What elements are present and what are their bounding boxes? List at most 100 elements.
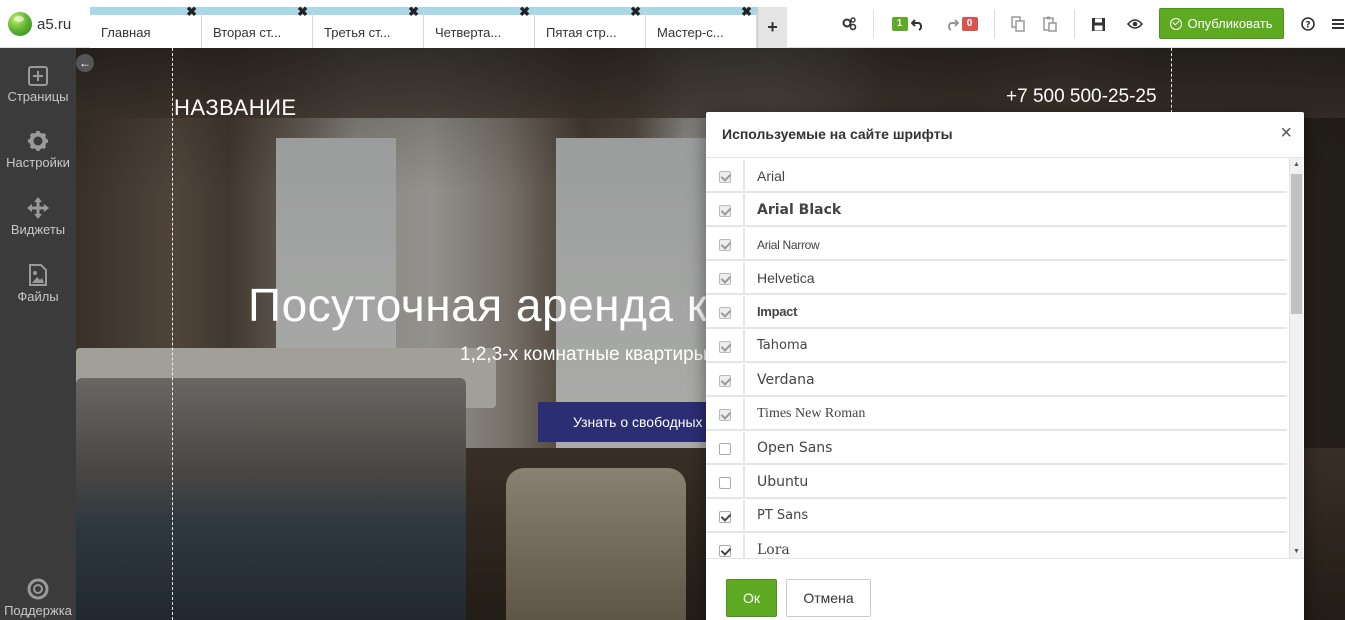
tab-page-3[interactable]: ✖ Третья ст... [313,5,424,48]
font-checkbox[interactable] [718,442,731,455]
close-icon[interactable]: × [1280,123,1292,143]
image-icon [27,264,49,286]
font-checkbox[interactable] [718,340,731,353]
logo[interactable]: a5.ru [8,10,71,38]
scroll-up-icon[interactable]: ▲ [1293,161,1300,168]
sidebar-item-label: Виджеты [10,222,66,237]
font-checkbox-cell [706,296,745,329]
sidebar-item-label: Настройки [6,155,70,170]
top-toolbar: a5.ru ✖ Главная ✖ Вторая ст... ✖ Третья … [0,0,1345,48]
undo-count-badge: 1 [891,17,908,31]
toolbar-divider [873,10,874,38]
tab-page-6[interactable]: ✖ Мастер-с... [646,5,757,48]
font-name: Ubuntu [757,474,809,490]
modal-header: Используемые на сайте шрифты × [706,112,1304,158]
sidebar-item-settings[interactable]: Настройки [0,130,76,170]
sidebar-item-support[interactable]: Поддержка [0,578,76,618]
gears-icon [842,17,857,31]
font-checkbox[interactable] [718,272,731,285]
collapse-sidebar-arrow-icon[interactable]: ← [76,54,94,72]
font-name: Times New Roman [757,406,866,421]
font-checkbox[interactable] [718,204,731,217]
font-checkbox[interactable] [718,306,731,319]
paste-icon [1043,16,1057,32]
close-tab-icon[interactable]: ✖ [408,5,419,19]
fonts-list-scrollbar[interactable]: ▲ ▼ [1289,158,1303,558]
tab-page-4[interactable]: ✖ Четверта... [424,5,535,48]
undo-icon [910,19,922,31]
font-row-arial-black: Arial Black [706,194,1287,227]
tab-page-2[interactable]: ✖ Вторая ст... [202,5,313,48]
close-tab-icon[interactable]: ✖ [630,5,641,19]
pages-icon [28,66,48,86]
close-tab-icon[interactable]: ✖ [519,5,530,19]
lifebuoy-icon [27,578,49,600]
font-checkbox-cell [706,500,745,533]
save-button[interactable] [1088,12,1108,36]
font-name: Helvetica [757,270,815,286]
add-tab-button[interactable]: + [757,7,787,48]
font-name: Arial [757,168,786,184]
font-name: PT Sans [757,508,809,523]
sidebar-item-files[interactable]: Файлы [0,264,76,304]
font-row-open-sans: Open Sans [706,432,1287,465]
font-checkbox-cell [706,228,745,261]
page-tabs: ✖ Главная ✖ Вторая ст... ✖ Третья ст... … [90,5,787,48]
menu-button[interactable] [1331,12,1345,36]
close-tab-icon[interactable]: ✖ [741,5,752,19]
ok-button[interactable]: Ок [726,579,777,617]
font-name: Arial Narrow [757,238,820,252]
font-checkbox[interactable] [718,238,731,251]
scrollbar-thumb[interactable] [1291,174,1302,314]
font-checkbox[interactable] [718,510,731,523]
font-checkbox[interactable] [718,374,731,387]
font-checkbox[interactable] [718,408,731,421]
publish-button[interactable]: Опубликовать [1159,8,1284,39]
font-row-arial-narrow: Arial Narrow [706,228,1287,261]
font-checkbox-cell [706,432,745,465]
sidebar-item-widgets[interactable]: Виджеты [0,197,76,237]
font-checkbox[interactable] [718,476,731,489]
site-phone[interactable]: +7 500 500-25-25 [1006,86,1157,108]
question-circle-icon: ? [1301,17,1315,31]
sidebar-item-label: Поддержка [4,603,72,618]
cancel-button[interactable]: Отмена [786,579,871,617]
fonts-list: Arial Arial Black Arial Narrow Helvetica… [706,158,1289,558]
font-row-lora: Lora [706,534,1287,558]
hero-subtitle[interactable]: 1,2,3-х комнатные квартиры [460,344,707,366]
undo-button[interactable]: 1 [888,12,928,36]
site-name[interactable]: НАЗВАНИЕ [174,95,297,121]
settings-gears-button[interactable] [838,12,860,36]
tab-page-5[interactable]: ✖ Пятая стр... [535,5,646,48]
close-tab-icon[interactable]: ✖ [297,5,308,19]
scroll-down-icon[interactable]: ▼ [1293,548,1300,555]
font-row-times-new-roman: Times New Roman [706,398,1287,431]
paste-button[interactable] [1040,12,1060,36]
layout-guide-line [172,48,173,620]
copy-button[interactable] [1008,12,1028,36]
font-checkbox[interactable] [718,544,731,557]
font-row-pt-sans: PT Sans [706,500,1287,533]
tab-page-1[interactable]: ✖ Главная [90,5,202,48]
font-checkbox-cell [706,364,745,397]
font-name: Open Sans [757,440,833,456]
font-checkbox[interactable] [718,170,731,183]
left-sidebar: Страницы Настройки Виджеты Файлы Поддерж… [0,48,76,620]
sidebar-item-pages[interactable]: Страницы [0,65,76,104]
font-name: Impact [757,304,798,319]
preview-button[interactable] [1124,12,1146,36]
tab-label: Главная [101,25,151,40]
copy-icon [1011,16,1025,32]
font-checkbox-cell [706,398,745,431]
font-row-verdana: Verdana [706,364,1287,397]
tab-label: Четверта... [435,25,502,40]
hero-title[interactable]: Посуточная аренда к [248,278,707,332]
font-name: Arial Black [757,202,842,218]
redo-button[interactable]: 0 [941,12,981,36]
font-row-arial: Arial [706,160,1287,193]
floppy-disk-icon [1091,17,1105,31]
hamburger-icon [1332,19,1344,29]
help-button[interactable]: ? [1300,12,1316,36]
close-tab-icon[interactable]: ✖ [186,5,197,19]
modal-footer: Ок Отмена [706,558,1304,620]
